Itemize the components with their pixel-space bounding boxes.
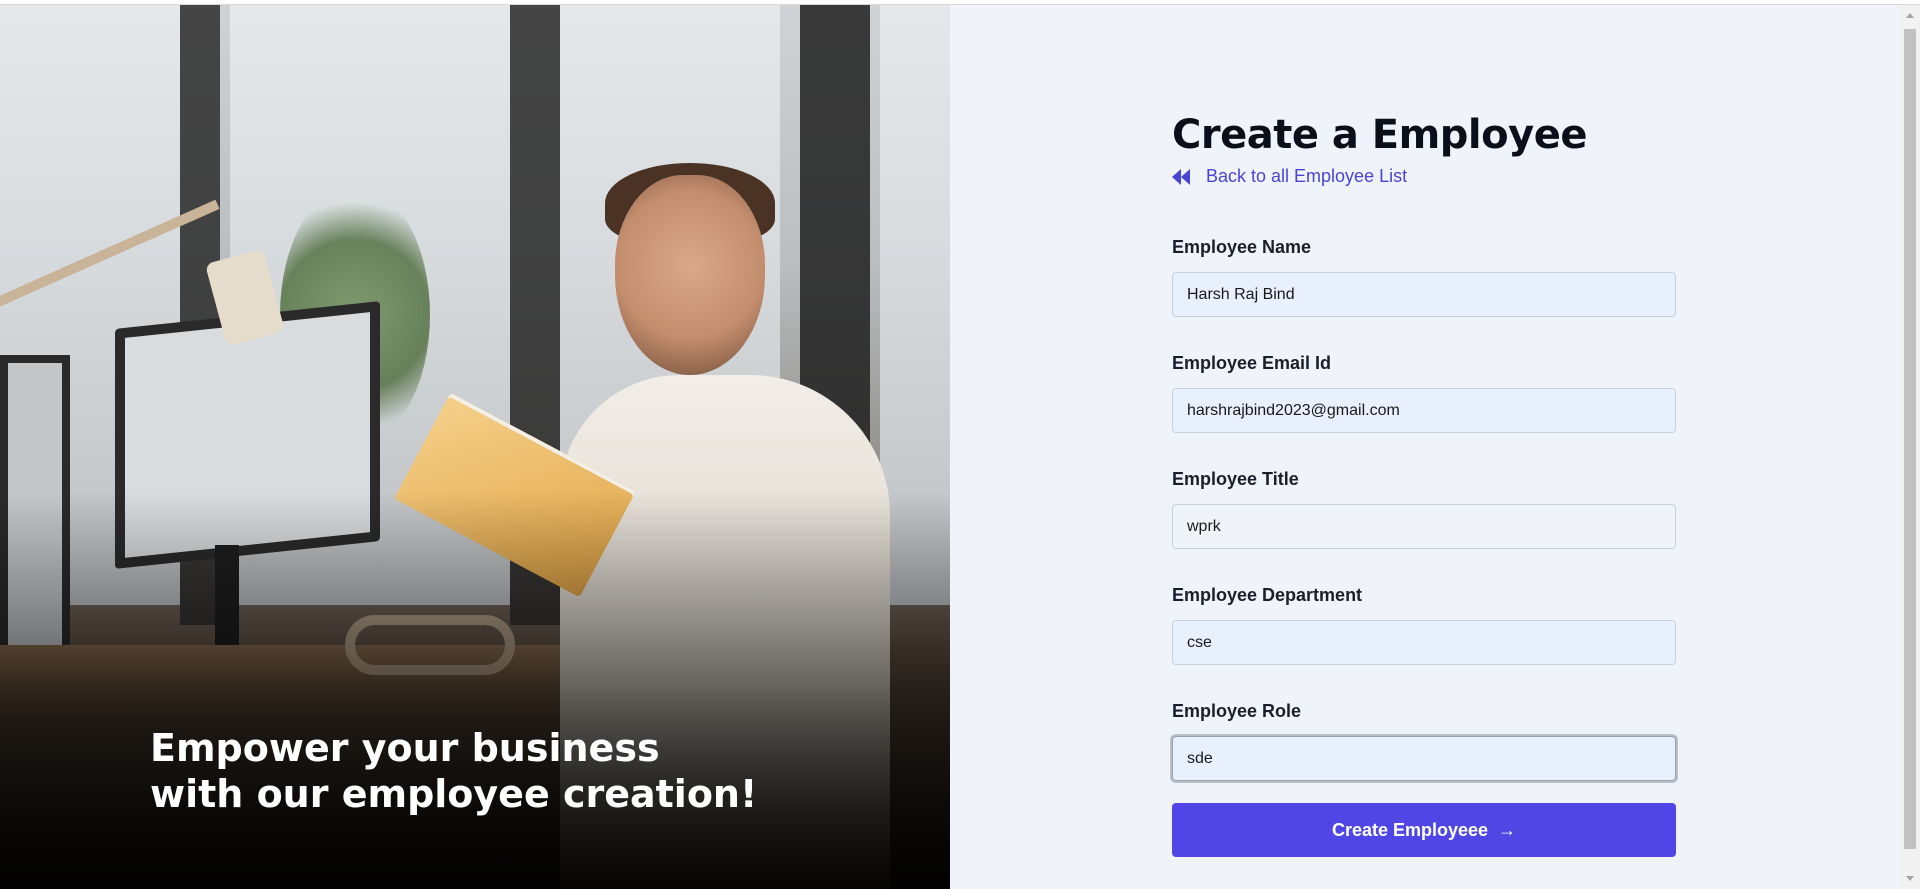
field-employee-title: Employee Title bbox=[1172, 469, 1677, 549]
create-employee-button-label: Create Employeee bbox=[1331, 819, 1489, 840]
field-label: Employee Name bbox=[1172, 237, 1312, 257]
field-employee-email: Employee Email Id bbox=[1172, 353, 1677, 433]
field-employee-name: Employee Name bbox=[1172, 237, 1677, 317]
scroll-down-icon[interactable] bbox=[1906, 876, 1914, 881]
employee-department-input[interactable] bbox=[1172, 620, 1676, 665]
double-chevron-left-icon bbox=[1172, 168, 1194, 185]
page-title: Create a Employee bbox=[1172, 112, 1587, 158]
employee-name-input[interactable] bbox=[1172, 272, 1676, 317]
field-employee-role: Employee Role bbox=[1172, 701, 1677, 781]
employee-role-input[interactable] bbox=[1172, 736, 1676, 781]
hero-image: Empower your business with our employee … bbox=[0, 5, 950, 889]
page-scrollbar[interactable] bbox=[1900, 5, 1920, 889]
arrow-right-icon: → bbox=[1498, 819, 1517, 840]
create-employee-button[interactable]: Create Employeee → bbox=[1172, 803, 1676, 857]
employee-form: Create a Employee Back to all Employee L… bbox=[1172, 110, 1677, 857]
employee-email-input[interactable] bbox=[1172, 388, 1676, 433]
hero-caption-line: with our employee creation! bbox=[150, 772, 758, 816]
field-label: Employee Department bbox=[1172, 585, 1363, 605]
scroll-up-icon[interactable] bbox=[1906, 13, 1914, 18]
field-label: Employee Title bbox=[1172, 469, 1299, 489]
back-link-label: Back to all Employee List bbox=[1206, 166, 1408, 186]
back-to-list-link[interactable]: Back to all Employee List bbox=[1172, 166, 1677, 187]
employee-title-input[interactable] bbox=[1172, 504, 1676, 549]
hero-caption-line: Empower your business bbox=[150, 726, 660, 770]
field-employee-department: Employee Department bbox=[1172, 585, 1677, 665]
scrollbar-thumb[interactable] bbox=[1904, 29, 1916, 849]
field-label: Employee Email Id bbox=[1172, 353, 1332, 373]
hero-caption: Empower your business with our employee … bbox=[150, 725, 850, 817]
field-label: Employee Role bbox=[1172, 701, 1302, 721]
